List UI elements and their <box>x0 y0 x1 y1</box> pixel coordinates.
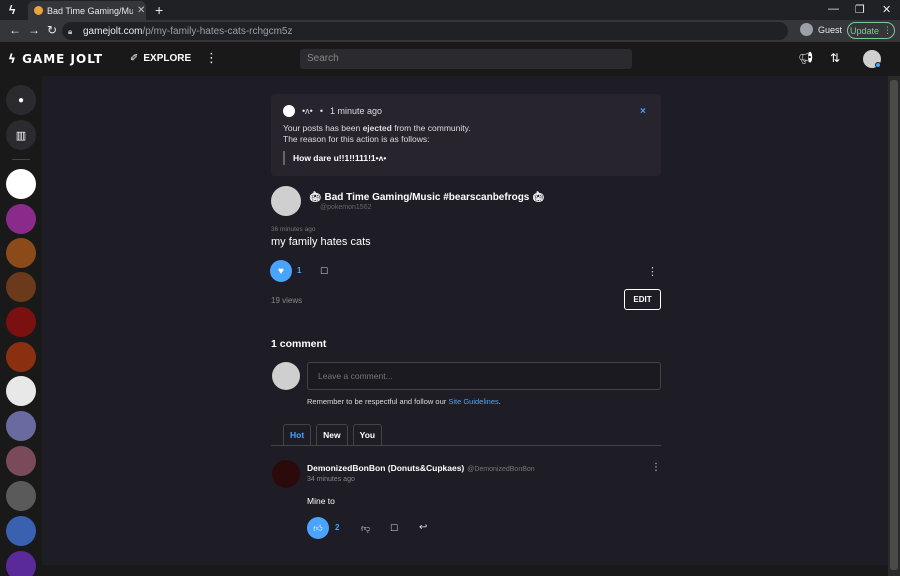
post-author-avatar[interactable] <box>271 186 301 216</box>
notice-reason: How dare u!!1!!111!1•ʌ• <box>283 151 386 165</box>
scrollbar-thumb[interactable] <box>890 80 898 570</box>
tab-close-icon[interactable]: ✕ <box>137 5 147 16</box>
browser-toolbar: ← → ↻ 🔒︎ gamejolt.com/p/my-family-hates-… <box>0 20 900 42</box>
sidebar-divider <box>12 159 30 160</box>
restore-icon[interactable]: ❐ <box>855 3 865 16</box>
sidebar-item-community[interactable] <box>6 342 36 372</box>
more-icon[interactable]: ⋮ <box>205 50 218 66</box>
post-timestamp: 36 minutes ago <box>271 226 316 233</box>
tab-title: Bad Time Gaming/Music #bear <box>47 5 133 16</box>
sidebar-item-community[interactable] <box>6 169 36 199</box>
tab-favicon-icon <box>34 6 43 15</box>
browser-tabstrip: ϟ Bad Time Gaming/Music #bear ✕ + — ❐ ✕ <box>0 0 900 20</box>
minimize-icon[interactable]: — <box>828 3 839 15</box>
browser-tab[interactable]: Bad Time Gaming/Music #bear ✕ <box>28 1 146 20</box>
view-count: 19 views <box>271 296 303 305</box>
comment-author[interactable]: DemonizedBonBon (Donuts&Cupkaes) @Demoniz… <box>307 463 535 473</box>
search-input[interactable]: Search <box>300 49 632 69</box>
update-label: Update <box>849 25 880 36</box>
sidebar-item-community[interactable] <box>6 376 36 406</box>
explore-label: EXPLORE <box>143 53 192 64</box>
reply-icon[interactable]: ↩ <box>419 522 427 533</box>
back-icon[interactable]: ← <box>9 23 21 37</box>
comment-input[interactable]: Leave a comment... <box>307 362 661 390</box>
sidebar-item-community[interactable] <box>6 551 36 576</box>
notice-message: Your posts has been ejected from the com… <box>283 123 471 133</box>
dislike-icon[interactable]: 👎︎ <box>361 523 370 534</box>
tab-hot[interactable]: Hot <box>283 424 312 445</box>
comment-more-icon[interactable]: ⋮ <box>651 462 661 473</box>
address-bar[interactable]: 🔒︎ gamejolt.com/p/my-family-hates-cats-r… <box>62 22 788 40</box>
reload-icon[interactable]: ↻ <box>47 23 57 37</box>
tabs-divider <box>271 445 661 446</box>
post-author-name[interactable]: 🎃︎ Bad Time Gaming/Music #bearscanbefrog… <box>309 192 545 203</box>
moderator-name[interactable]: •ʌ• <box>302 106 313 116</box>
comments-heading: 1 comment <box>271 338 327 350</box>
comment-author-avatar[interactable] <box>272 460 300 488</box>
more-options-icon[interactable]: ⋮ <box>647 265 658 278</box>
profile-avatar-icon <box>800 23 813 36</box>
gamejolt-app-icon: ϟ <box>9 3 16 17</box>
gamejolt-logo[interactable]: ϟ GAME JOLT <box>8 52 103 66</box>
like-count[interactable]: 1 <box>297 266 301 275</box>
sidebar-item-community[interactable] <box>6 516 36 546</box>
my-avatar <box>272 362 300 390</box>
comment-timestamp: 34 minutes ago <box>307 476 355 483</box>
sidebar-item-community[interactable] <box>6 272 36 302</box>
lock-icon: 🔒︎ <box>68 26 73 36</box>
comment-body: Mine to <box>307 496 335 506</box>
bullet-separator: • <box>319 106 323 116</box>
notice-header: •ʌ• • 1 minute ago <box>283 105 382 117</box>
new-tab-button[interactable]: + <box>155 2 163 18</box>
profile-button[interactable]: Guest <box>800 23 842 36</box>
comment-author-handle[interactable]: @DemonizedBonBon <box>467 466 534 473</box>
reply-count-icon[interactable]: ☐ <box>390 523 398 534</box>
tab-you[interactable]: You <box>352 424 383 445</box>
sidebar-item-community[interactable] <box>6 481 36 511</box>
ejection-notice: •ʌ• • 1 minute ago × Your posts has been… <box>271 94 661 176</box>
edit-button[interactable]: EDIT <box>624 289 661 310</box>
megaphone-icon[interactable]: 📢︎ <box>798 51 813 65</box>
comment-like-count[interactable]: 2 <box>335 523 339 532</box>
user-icon[interactable]: ● <box>6 85 36 115</box>
close-icon[interactable]: × <box>640 106 646 117</box>
site-header: ϟ GAME JOLT ✐ EXPLORE ⋮ Search 📢︎ ⇅ <box>0 42 900 76</box>
profile-label: Guest <box>818 24 843 35</box>
sidebar-item-community[interactable] <box>6 411 36 441</box>
forward-icon[interactable]: → <box>28 23 40 37</box>
guideline-notice: Remember to be respectful and follow our… <box>307 397 501 406</box>
compass-icon: ✐ <box>130 53 139 64</box>
page-bottom <box>42 565 888 576</box>
update-button[interactable]: Update ⋮ <box>847 22 895 39</box>
kebab-icon: ⋮ <box>883 25 893 35</box>
explore-link[interactable]: ✐ EXPLORE <box>130 53 191 64</box>
friends-icon[interactable]: ⇅ <box>830 51 840 65</box>
like-button[interactable]: ♥ <box>270 260 292 282</box>
notice-time: 1 minute ago <box>329 106 383 116</box>
library-icon[interactable]: ▥ <box>6 120 36 150</box>
status-dot <box>875 62 881 68</box>
post-author-handle[interactable]: @pokemon1562 <box>320 204 371 211</box>
sidebar-item-community[interactable] <box>6 204 36 234</box>
close-icon[interactable]: ✕ <box>882 3 891 16</box>
comment-sort-tabs: Hot New You <box>283 424 383 445</box>
sidebar-item-community[interactable] <box>6 307 36 337</box>
sidebar-item-community[interactable] <box>6 446 36 476</box>
comment-icon[interactable]: ☐ <box>320 266 328 277</box>
tab-new[interactable]: New <box>316 424 348 445</box>
community-sidebar: ● ▥ <box>0 76 42 576</box>
url-text: gamejolt.com/p/my-family-hates-cats-rchg… <box>83 25 293 37</box>
notice-reason-label: The reason for this action is as follows… <box>283 134 430 144</box>
sidebar-item-community[interactable] <box>6 238 36 268</box>
moderator-avatar[interactable] <box>283 105 295 117</box>
post-title: my family hates cats <box>271 236 371 248</box>
site-guidelines-link[interactable]: Site Guidelines <box>448 397 498 406</box>
comment-like-button[interactable]: 👍︎ <box>307 517 329 539</box>
